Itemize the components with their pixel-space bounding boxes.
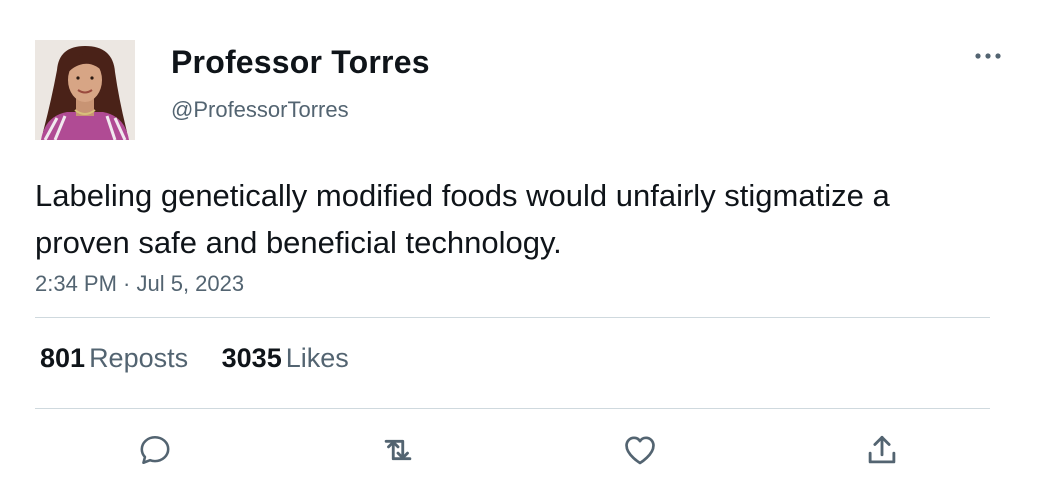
tweet-text: Labeling genetically modified foods woul… <box>35 178 890 260</box>
heart-icon <box>625 436 655 465</box>
divider-top <box>35 317 990 318</box>
repost-button[interactable] <box>378 430 418 470</box>
engagement-stats: 801 Reposts 3035 Likes <box>40 343 349 374</box>
reposts-stat[interactable]: 801 Reposts <box>40 343 188 374</box>
more-options-button[interactable] <box>970 44 1006 68</box>
likes-stat[interactable]: 3035 Likes <box>222 343 349 374</box>
more-dots-icon <box>975 53 1001 59</box>
display-name[interactable]: Professor Torres <box>171 44 430 81</box>
share-icon <box>868 435 896 464</box>
tweet-card: Professor Torres @ProfessorTorres Labeli… <box>0 0 1050 480</box>
avatar-photo <box>35 40 135 140</box>
user-handle[interactable]: @ProfessorTorres <box>171 97 349 123</box>
avatar[interactable] <box>35 40 135 140</box>
tweet-timestamp[interactable]: 2:34 PM · Jul 5, 2023 <box>35 271 244 297</box>
reply-icon <box>140 435 170 465</box>
divider-bottom <box>35 408 990 409</box>
reposts-count: 801 <box>40 343 86 373</box>
reposts-label: Reposts <box>89 343 189 373</box>
likes-label: Likes <box>285 343 349 373</box>
reply-button[interactable] <box>135 430 175 470</box>
like-button[interactable] <box>620 430 660 470</box>
share-button[interactable] <box>862 430 902 470</box>
likes-count: 3035 <box>221 343 282 373</box>
repost-icon <box>384 439 412 461</box>
